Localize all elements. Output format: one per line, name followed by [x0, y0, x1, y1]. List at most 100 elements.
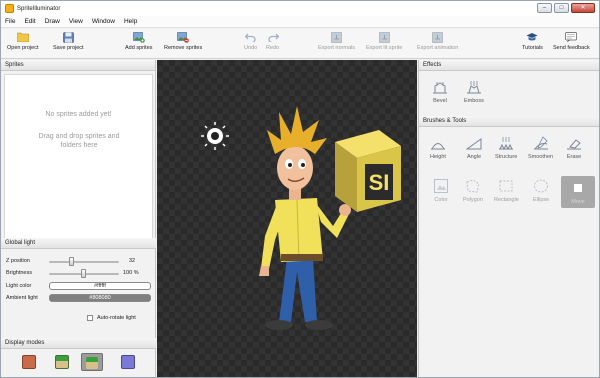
folder-icon: [16, 31, 29, 43]
minimize-button[interactable]: –: [537, 3, 552, 13]
structure-label: Structure: [495, 154, 518, 160]
feedback-icon: [565, 31, 578, 43]
polygon-select-icon: [465, 178, 481, 194]
rectangle-select-icon: [498, 178, 514, 194]
menu-draw[interactable]: Draw: [45, 18, 60, 25]
light-color-swatch[interactable]: #ffffff: [49, 282, 151, 290]
height-icon: [430, 135, 446, 151]
floppy-disk-icon: [62, 31, 74, 43]
rectangle-label: Rectangle: [494, 197, 519, 203]
sprite-canvas[interactable]: SI: [157, 60, 417, 377]
ambient-light-swatch[interactable]: #808080: [49, 294, 151, 302]
display-mode-normals-button[interactable]: [121, 355, 135, 369]
light-color-label: Light color: [6, 283, 32, 289]
remove-sprites-button[interactable]: Remove sprites: [164, 31, 202, 51]
redo-button[interactable]: Redo: [266, 31, 279, 51]
brushes-section: Brushes & Tools: [419, 116, 599, 127]
z-position-value: 32: [129, 258, 136, 264]
sprites-panel-header: Sprites: [1, 60, 155, 71]
toolbar: Open project Save project Add sprites Re…: [1, 29, 599, 59]
z-position-thumb[interactable]: [69, 257, 75, 266]
app-window: SpriteIlluminator – □ ✕ File Edit Draw V…: [0, 0, 600, 378]
brightness-value: 100 %: [123, 270, 139, 276]
menu-edit[interactable]: Edit: [24, 18, 35, 25]
emboss-tool[interactable]: Emboss: [464, 79, 484, 104]
color-tool[interactable]: Color: [433, 178, 449, 203]
smoothen-tool[interactable]: Smoothen: [528, 135, 553, 160]
display-mode-sprite-button[interactable]: [55, 355, 69, 369]
sprite-list-drop-area[interactable]: No sprites added yet! Drag and drop spri…: [4, 74, 153, 240]
maximize-button[interactable]: □: [554, 3, 569, 13]
remove-sprites-label: Remove sprites: [164, 45, 203, 51]
menu-file[interactable]: File: [5, 18, 15, 25]
export-lit-sprite-label: Export lit sprite: [366, 45, 403, 51]
erase-label: Erase: [566, 154, 582, 160]
title-bar: SpriteIlluminator – □ ✕: [1, 1, 599, 16]
export-icon: [432, 31, 444, 43]
erase-tool[interactable]: Erase: [566, 135, 582, 160]
undo-button[interactable]: Undo: [244, 31, 257, 51]
close-button[interactable]: ✕: [571, 3, 595, 13]
brightness-thumb[interactable]: [80, 269, 86, 278]
open-project-button[interactable]: Open project: [7, 31, 39, 51]
export-icon: [331, 31, 343, 43]
height-label: Height: [430, 154, 446, 160]
export-normals-label: Export normals: [318, 45, 355, 51]
tutorials-button[interactable]: Tutorials: [522, 31, 543, 51]
save-project-label: Save project: [53, 45, 84, 51]
bevel-icon: [432, 79, 448, 95]
menu-view[interactable]: View: [69, 18, 83, 25]
window-controls: – □ ✕: [537, 3, 595, 13]
app-icon: [5, 4, 14, 13]
left-panel: Sprites No sprites added yet! Drag and d…: [1, 60, 156, 377]
undo-arrow-icon: [244, 31, 257, 43]
auto-rotate-label: Auto-rotate light: [97, 315, 136, 321]
effects-header: Effects: [419, 60, 599, 71]
bevel-label: Bevel: [433, 98, 447, 104]
angle-label: Angle: [466, 154, 482, 160]
menu-window[interactable]: Window: [92, 18, 115, 25]
ellipse-tool[interactable]: Ellipse: [533, 178, 549, 203]
polygon-label: Polygon: [463, 197, 483, 203]
menu-bar: File Edit Draw View Window Help: [1, 16, 599, 28]
ellipse-select-icon: [533, 178, 549, 194]
ambient-light-label: Ambient light: [6, 295, 38, 301]
angle-tool[interactable]: Angle: [466, 135, 482, 160]
brightness-slider[interactable]: [49, 269, 119, 278]
rectangle-tool[interactable]: Rectangle: [494, 178, 519, 203]
height-tool[interactable]: Height: [430, 135, 446, 160]
smoothen-icon: [533, 135, 549, 151]
export-normals-button[interactable]: Export normals: [318, 31, 355, 51]
window-title: SpriteIlluminator: [17, 5, 61, 12]
eraser-icon: [566, 135, 582, 151]
save-project-button[interactable]: Save project: [53, 31, 84, 51]
menu-help[interactable]: Help: [124, 18, 137, 25]
emboss-icon: [466, 79, 482, 95]
add-image-icon: [132, 31, 145, 43]
structure-icon: [498, 135, 514, 151]
auto-rotate-checkbox[interactable]: [87, 315, 93, 321]
ellipse-label: Ellipse: [533, 197, 550, 203]
bevel-tool[interactable]: Bevel: [432, 79, 448, 104]
graduation-cap-icon: [526, 31, 538, 43]
move-tool[interactable]: Move: [561, 176, 595, 208]
light-source-icon[interactable]: [201, 122, 229, 150]
polygon-tool[interactable]: Polygon: [463, 178, 483, 203]
send-feedback-label: Send feedback: [553, 45, 590, 51]
display-mode-texture-button[interactable]: [22, 355, 36, 369]
send-feedback-button[interactable]: Send feedback: [553, 31, 590, 51]
export-icon: [378, 31, 390, 43]
z-position-slider[interactable]: [49, 257, 119, 266]
cube-label: SI: [369, 170, 390, 195]
brightness-label: Brightness: [6, 270, 32, 276]
export-lit-sprite-button[interactable]: Export lit sprite: [366, 31, 402, 51]
structure-tool[interactable]: Structure: [495, 135, 517, 160]
add-sprites-button[interactable]: Add sprites: [125, 31, 153, 51]
brushes-header: Brushes & Tools: [419, 116, 599, 127]
display-mode-lit-button[interactable]: [81, 353, 103, 371]
z-position-label: Z position: [6, 258, 30, 264]
tutorials-label: Tutorials: [522, 45, 543, 51]
remove-image-icon: [177, 31, 189, 43]
export-animation-button[interactable]: Export animation: [417, 31, 458, 51]
move-label: Move: [571, 199, 585, 205]
